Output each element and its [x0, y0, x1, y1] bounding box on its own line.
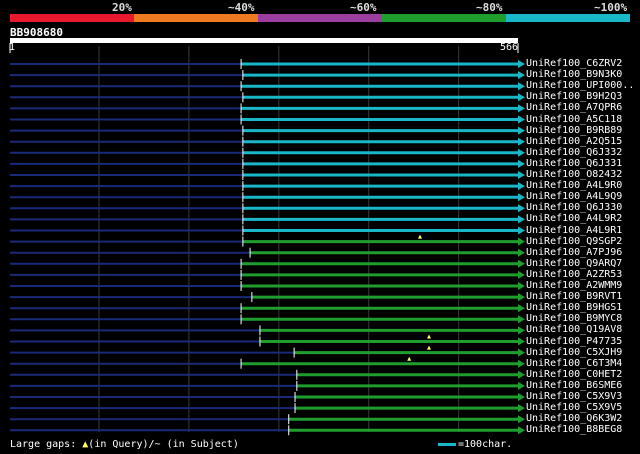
hit-arrow-icon [518, 204, 525, 213]
hit-label[interactable]: UniRef100_C6ZRV2 [526, 59, 622, 69]
hit-label[interactable]: UniRef100_Q9SGP2 [526, 236, 622, 247]
hit-label[interactable]: UniRef100_C0HET2 [526, 369, 622, 380]
hit-label[interactable]: UniRef100_B8BEG8 [526, 425, 622, 435]
hit-arrow-icon [518, 326, 525, 335]
hit-arrow-icon [518, 137, 525, 146]
hit-label[interactable]: UniRef100_B9H2Q3 [526, 92, 622, 102]
hit-arrow-icon [518, 182, 525, 191]
hit-arrow-icon [518, 60, 525, 68]
hit-arrow-icon [518, 215, 525, 224]
hit-label[interactable]: UniRef100_A4L9R2 [526, 214, 622, 224]
hit-label[interactable]: UniRef100_Q9ARQ7 [526, 258, 622, 269]
hit-arrow-icon [518, 193, 525, 202]
hit-label[interactable]: UniRef100_Q6J332 [526, 147, 622, 158]
hit-arrow-icon [518, 148, 525, 157]
hit-label[interactable]: UniRef100_UPI000.. [526, 81, 634, 91]
hit-label[interactable]: UniRef100_C6T3M4 [526, 358, 622, 369]
hit-arrow-icon [518, 93, 525, 102]
hit-arrow-icon [518, 104, 525, 113]
hit-label[interactable]: UniRef100_A2WMM9 [526, 281, 622, 291]
hit-label[interactable]: UniRef100_A4L9R0 [526, 181, 622, 191]
hit-label[interactable]: UniRef100_B9HGS1 [526, 303, 622, 313]
hit-arrow-icon [518, 348, 525, 357]
hit-arrow-icon [518, 248, 525, 257]
hit-arrow-icon [518, 115, 525, 124]
hit-label[interactable]: UniRef100_O82432 [526, 170, 622, 180]
hit-arrow-icon [518, 82, 525, 91]
hit-label[interactable]: UniRef100_Q6K3W2 [526, 414, 622, 424]
hit-arrow-icon [518, 381, 525, 390]
hit-label[interactable]: UniRef100_B9RVT1 [526, 292, 622, 302]
query-gap-marker-icon [407, 356, 412, 361]
hit-arrow-icon [518, 304, 525, 313]
scale-label: =100char. [458, 439, 513, 450]
hit-arrow-icon [518, 270, 525, 279]
hit-label[interactable]: UniRef100_P47735 [526, 336, 622, 347]
scale-bar-icon [438, 442, 456, 446]
hit-label[interactable]: UniRef100_Q19AV8 [526, 325, 622, 335]
hit-label[interactable]: UniRef100_A4L9R1 [526, 225, 622, 236]
hit-label[interactable]: UniRef100_C5XJH9 [526, 347, 622, 358]
hit-label[interactable]: UniRef100_Q6J330 [526, 203, 622, 213]
hit-label[interactable]: UniRef100_B9MYC8 [526, 314, 622, 324]
hit-label[interactable]: UniRef100_Q6J331 [526, 158, 622, 169]
hit-label[interactable]: UniRef100_A7QPR6 [526, 103, 622, 113]
hit-arrow-icon [518, 393, 525, 401]
hit-label[interactable]: UniRef100_C5X9V3 [526, 392, 622, 402]
hit-arrow-icon [518, 159, 525, 168]
gaps-subject-label: (in Subject) [166, 439, 239, 450]
hit-arrow-icon [518, 370, 525, 379]
query-gap-marker-icon [417, 234, 422, 239]
hit-label[interactable]: UniRef100_A2Q515 [526, 136, 622, 147]
scale-key: =100char. [438, 439, 512, 450]
subject-gap-marker-icon: ~ [154, 439, 161, 450]
query-gap-marker-icon [426, 334, 431, 339]
hit-arrow-icon [518, 293, 525, 302]
hit-label[interactable]: UniRef100_A2ZR53 [526, 269, 622, 280]
query-gap-marker-icon [426, 345, 431, 350]
hit-arrow-icon [518, 71, 525, 80]
hit-label[interactable]: UniRef100_B6SME6 [526, 380, 622, 391]
hit-arrow-icon [518, 171, 525, 179]
hit-label[interactable]: UniRef100_B9N3K0 [526, 70, 622, 80]
hit-label[interactable]: UniRef100_A7PJ96 [526, 247, 622, 258]
hit-arrow-icon [518, 359, 525, 368]
hit-arrow-icon [518, 237, 525, 246]
hit-arrow-icon [518, 259, 525, 268]
hit-arrow-icon [518, 415, 525, 424]
hit-label[interactable]: UniRef100_A5C118 [526, 114, 622, 125]
gaps-legend: Large gaps: ▲(in Query)/~ (in Subject) [10, 439, 239, 450]
hit-arrow-icon [518, 282, 525, 290]
gaps-prefix: Large gaps: [10, 439, 77, 450]
hit-arrow-icon [518, 315, 525, 324]
hit-arrow-icon [518, 404, 525, 413]
hit-arrow-icon [518, 226, 525, 235]
hit-arrow-icon [518, 426, 525, 435]
gaps-query-label: (in Query)/ [88, 439, 155, 450]
hit-label[interactable]: UniRef100_A4L9Q9 [526, 192, 622, 202]
hit-label[interactable]: UniRef100_B9RB89 [526, 125, 622, 136]
hit-arrow-icon [518, 337, 525, 346]
hit-arrow-icon [518, 126, 525, 135]
hit-label[interactable]: UniRef100_C5X9V5 [526, 403, 622, 413]
